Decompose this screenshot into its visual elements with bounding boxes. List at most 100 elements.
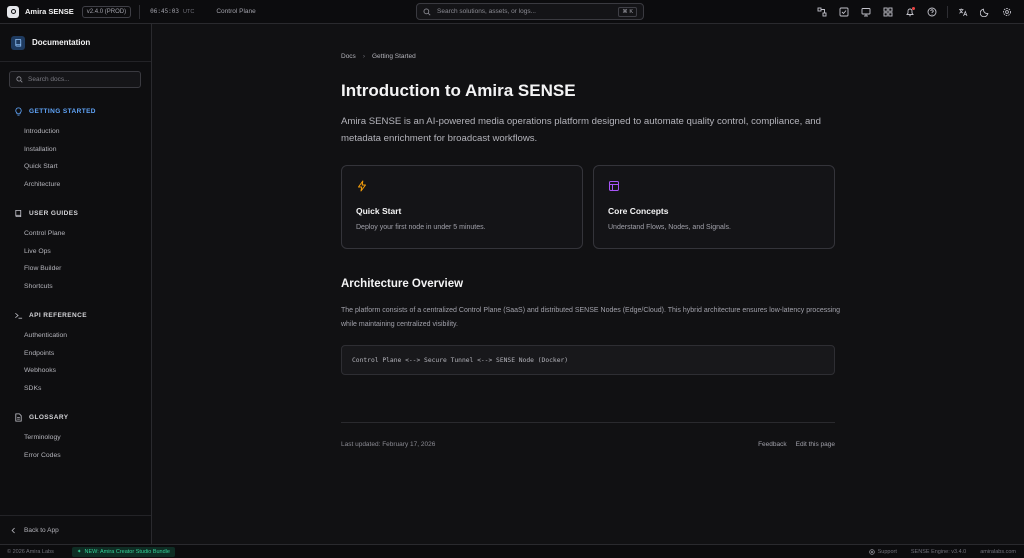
section-paragraph: The platform consists of a centralized C… [341,307,841,328]
divider [947,6,948,18]
theme-toggle-icon[interactable] [974,1,996,23]
documentation-icon [11,35,25,50]
docs-search-input[interactable]: Search docs... [9,71,141,88]
sidebar-item-control-plane[interactable]: Control Plane [0,225,152,243]
card-title: Core Concepts [608,206,669,216]
version-badge: v2.4.0 (PROD) [81,5,132,18]
sidebar-title: Documentation [32,38,91,47]
monitor-icon[interactable] [855,1,877,23]
notification-icon[interactable] [899,1,921,23]
back-to-app-label: Back to App [24,526,59,534]
brand[interactable]: Amira SENSE [7,5,74,18]
section-title: API REFERENCE [29,311,87,319]
section-title: GETTING STARTED [29,107,96,115]
status-bar: © 2026 Amira Labs ✦ NEW: Amira Creator S… [0,544,1024,558]
nav-section-api-reference: API REFERENCE Authentication Endpoints W… [0,308,152,397]
edit-page-link[interactable]: Edit this page [796,441,835,448]
section-title: GLOSSARY [29,413,69,421]
breadcrumb-getting-started[interactable]: Getting Started [372,53,416,60]
sidebar-item-endpoints[interactable]: Endpoints [0,345,152,363]
support-icon [868,548,875,555]
translate-icon[interactable] [952,1,974,23]
chevron-left-icon [11,527,15,533]
breadcrumb-docs[interactable]: Docs [341,53,356,60]
feedback-link[interactable]: Feedback [758,441,787,448]
nav-section-glossary: GLOSSARY Terminology Error Codes [0,410,152,464]
docs-search-placeholder: Search docs... [28,76,70,83]
sidebar-item-architecture[interactable]: Architecture [0,176,152,194]
support-link[interactable]: Support [868,548,897,555]
section-header-getting-started[interactable]: GETTING STARTED [0,104,152,118]
search-icon [16,76,23,83]
context-label[interactable]: Control Plane [216,8,255,15]
nav-section-user-guides: USER GUIDES Control Plane Live Ops Flow … [0,206,152,295]
lightbulb-icon [15,106,22,116]
page-title: Introduction to Amira SENSE [341,81,576,100]
divider [139,4,141,19]
support-label: Support [877,548,897,555]
clock-timezone: UTC [183,8,195,15]
sidebar-item-quick-start[interactable]: Quick Start [0,158,152,176]
section-header-api-reference[interactable]: API REFERENCE [0,308,152,322]
sidebar-item-terminology[interactable]: Terminology [0,429,152,447]
divider [341,422,835,423]
card-title: Quick Start [356,206,402,216]
sidebar-item-flow-builder[interactable]: Flow Builder [0,260,152,278]
back-to-app-button[interactable]: Back to App [0,515,151,544]
apps-icon[interactable] [877,1,899,23]
sidebar-item-introduction[interactable]: Introduction [0,123,152,141]
network-icon[interactable] [811,1,833,23]
engine-version: SENSE Engine: v3.4.0 [910,548,967,555]
settings-icon[interactable] [996,1,1018,23]
app-root: Amira SENSE v2.4.0 (PROD) 06:45:03 UTC C… [0,0,1024,558]
card-description: Understand Flows, Nodes, and Signals. [608,224,731,231]
breadcrumb: Docs › Getting Started [341,53,416,60]
sidebar-item-live-ops[interactable]: Live Ops [0,243,152,261]
sidebar-item-installation[interactable]: Installation [0,141,152,159]
sidebar-item-sdks[interactable]: SDKs [0,380,152,398]
sidebar-item-authentication[interactable]: Authentication [0,327,152,345]
lead-paragraph: Amira SENSE is an AI-powered media opera… [341,116,821,144]
section-header-glossary[interactable]: GLOSSARY [0,410,152,424]
breadcrumb-separator-icon: › [362,53,365,60]
brand-logo-icon [7,5,19,18]
book-icon [15,209,22,217]
top-bar: Amira SENSE v2.4.0 (PROD) 06:45:03 UTC C… [0,0,1024,24]
docs-sidebar: Documentation Search docs... GETTING STA… [0,24,152,544]
sidebar-item-webhooks[interactable]: Webhooks [0,362,152,380]
domain-link[interactable]: amiralabs.com [980,549,1016,555]
terminal-icon [15,312,23,319]
notification-badge [912,7,915,10]
section-title: USER GUIDES [29,209,79,217]
sidebar-header: Documentation [0,24,151,62]
clock-time: 06:45:03 [150,8,180,15]
sidebar-item-shortcuts[interactable]: Shortcuts [0,278,152,296]
layout-icon [609,181,619,191]
core-concepts-card[interactable]: Core Concepts Understand Flows, Nodes, a… [593,165,835,249]
file-text-icon [15,412,22,422]
promo-badge[interactable]: ✦ NEW: Amira Creator Studio Bundle [71,546,175,557]
global-search-input[interactable]: Search solutions, assets, or logs... ⌘ K [416,3,644,20]
quick-start-card[interactable]: Quick Start Deploy your first node in un… [341,165,583,249]
help-icon[interactable] [921,1,943,23]
promo-label: NEW: Amira Creator Studio Bundle [84,548,170,555]
section-header-user-guides[interactable]: USER GUIDES [0,206,152,220]
sidebar-item-error-codes[interactable]: Error Codes [0,447,152,465]
copyright: © 2026 Amira Labs [7,548,54,555]
doc-content: Docs › Getting Started Introduction to A… [152,24,1024,544]
code-block: Control Plane <--> Secure Tunnel <--> SE… [341,345,835,375]
top-actions [811,0,1018,24]
search-icon [423,8,431,16]
sparkle-icon: ✦ [76,548,82,555]
lightning-icon [358,180,366,192]
section-heading: Architecture Overview [341,278,464,290]
page-footer-links: Feedback Edit this page [758,441,835,448]
last-updated: Last updated: February 17, 2026 [341,441,436,448]
status-right: Support SENSE Engine: v3.4.0 amiralabs.c… [855,545,1016,558]
search-placeholder: Search solutions, assets, or logs... [437,8,536,15]
app-name: Amira SENSE [25,7,74,16]
nav-section-getting-started: GETTING STARTED Introduction Installatio… [0,104,152,193]
card-description: Deploy your first node in under 5 minute… [356,224,486,231]
checklist-icon[interactable] [833,1,855,23]
search-shortcut-hint: ⌘ K [618,6,637,17]
